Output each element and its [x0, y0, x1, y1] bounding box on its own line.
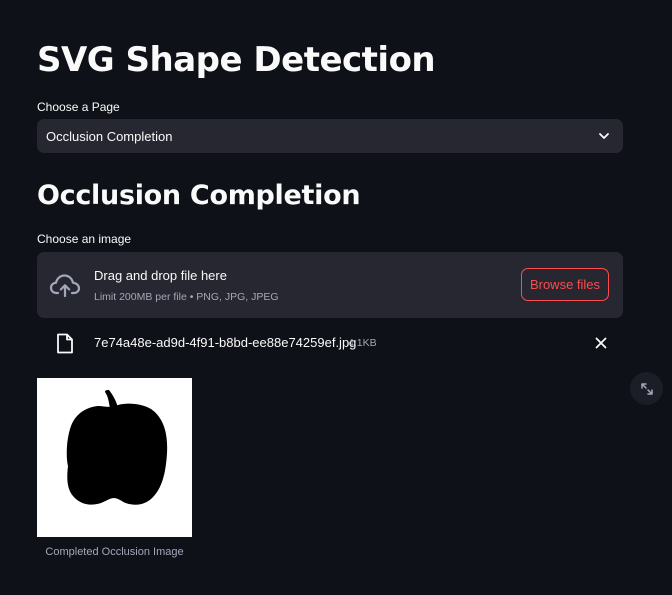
uploaded-file-row: 7e74a48e-ad9d-4f91-b8bd-ee88e74259ef.jpg…: [37, 328, 623, 358]
cloud-upload-icon: [49, 274, 81, 298]
uploaded-file-name: 7e74a48e-ad9d-4f91-b8bd-ee88e74259ef.jpg: [94, 335, 357, 350]
completed-occlusion-image: [37, 378, 192, 537]
fullscreen-icon: [640, 382, 653, 395]
section-title: Occlusion Completion: [37, 180, 361, 211]
app-title: SVG Shape Detection: [37, 40, 436, 80]
uploader-label: Choose an image: [37, 232, 132, 246]
image-caption: Completed Occlusion Image: [45, 546, 184, 558]
page-select-label: Choose a Page: [37, 100, 120, 114]
browse-files-button[interactable]: Browse files: [521, 268, 609, 301]
page-select[interactable]: Occlusion Completion: [37, 119, 623, 153]
fullscreen-button[interactable]: [630, 372, 663, 405]
dropzone-limit-text: Limit 200MB per file • PNG, JPG, JPEG: [94, 291, 279, 303]
dropzone-instructions: Drag and drop file here: [94, 268, 227, 283]
app-root: SVG Shape Detection Choose a Page Occlus…: [0, 0, 672, 595]
uploaded-file-size: 4.1KB: [348, 337, 377, 349]
page-select-value: Occlusion Completion: [46, 128, 173, 144]
close-icon[interactable]: [594, 336, 608, 350]
file-dropzone[interactable]: Drag and drop file here Limit 200MB per …: [37, 252, 623, 318]
chevron-down-icon: [599, 133, 609, 139]
file-icon: [57, 333, 73, 354]
apple-silhouette: [37, 378, 192, 537]
